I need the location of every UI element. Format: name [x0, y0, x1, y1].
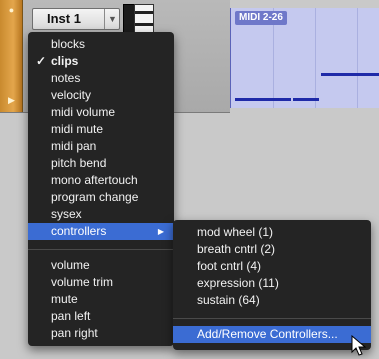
menu-item-label: midi volume	[51, 105, 116, 119]
menu-item-volume-trim[interactable]: volume trim	[28, 274, 174, 291]
clip-title: MIDI 2-26	[235, 11, 287, 25]
controllers-submenu: mod wheel (1) breath cntrl (2) foot cntr…	[173, 220, 371, 350]
menu-item-notes[interactable]: notes	[28, 70, 174, 87]
menu-item-sustain[interactable]: sustain (64)	[173, 292, 371, 309]
track-menu-icon[interactable]: ●	[7, 6, 16, 15]
view-selector-chevron-down-icon[interactable]: ▼	[104, 9, 120, 29]
menu-item-label: mod wheel (1)	[197, 225, 274, 239]
menu-item-mute[interactable]: mute	[28, 291, 174, 308]
menu-item-clips[interactable]: ✓ clips	[28, 53, 174, 70]
menu-item-label: pitch bend	[51, 156, 107, 170]
grid-line	[357, 8, 358, 108]
track-color-strip: ● ▶	[0, 0, 23, 112]
menu-item-mono-aftertouch[interactable]: mono aftertouch	[28, 172, 174, 189]
midi-note[interactable]	[321, 73, 379, 76]
menu-item-sysex[interactable]: sysex	[28, 206, 174, 223]
menu-item-label: blocks	[51, 37, 86, 51]
menu-item-controllers[interactable]: controllers ▶	[28, 223, 174, 240]
menu-item-label: sustain (64)	[197, 293, 260, 307]
menu-item-label: notes	[51, 71, 81, 85]
menu-item-label: clips	[51, 54, 79, 68]
menu-item-label: controllers	[51, 224, 107, 238]
menu-item-blocks[interactable]: blocks	[28, 36, 174, 53]
midi-clip[interactable]: MIDI 2-26	[230, 8, 379, 108]
menu-item-label: Add/Remove Controllers...	[197, 327, 338, 341]
menu-item-label: velocity	[51, 88, 92, 102]
menu-separator	[28, 249, 174, 250]
menu-item-midi-mute[interactable]: midi mute	[28, 121, 174, 138]
menu-item-label: mono aftertouch	[51, 173, 138, 187]
menu-item-pan-right[interactable]: pan right	[28, 325, 174, 342]
menu-separator	[173, 318, 371, 319]
midi-note[interactable]	[235, 98, 291, 101]
menu-item-foot-cntrl[interactable]: foot cntrl (4)	[173, 258, 371, 275]
track-view-menu: blocks ✓ clips notes velocity midi volume…	[28, 32, 174, 346]
menu-item-label: midi pan	[51, 139, 97, 153]
menu-item-mod-wheel[interactable]: mod wheel (1)	[173, 224, 371, 241]
menu-item-label: program change	[51, 190, 139, 204]
menu-item-pitch-bend[interactable]: pitch bend	[28, 155, 174, 172]
menu-item-label: breath cntrl (2)	[197, 242, 276, 256]
menu-item-add-remove-controllers[interactable]: Add/Remove Controllers...	[173, 326, 371, 343]
menu-item-program-change[interactable]: program change	[28, 189, 174, 206]
menu-item-pan-left[interactable]: pan left	[28, 308, 174, 325]
grid-line	[315, 8, 316, 108]
track-expand-icon[interactable]: ▶	[7, 96, 16, 105]
menu-item-label: pan right	[51, 326, 98, 340]
menu-item-expression[interactable]: expression (11)	[173, 275, 371, 292]
menu-item-volume[interactable]: volume	[28, 257, 174, 274]
menu-item-label: mute	[51, 292, 78, 306]
menu-item-label: volume trim	[51, 275, 114, 289]
submenu-arrow-icon: ▶	[157, 227, 164, 236]
menu-item-midi-pan[interactable]: midi pan	[28, 138, 174, 155]
menu-item-label: midi mute	[51, 122, 104, 136]
menu-item-label: volume	[51, 258, 90, 272]
menu-item-label: pan left	[51, 309, 91, 323]
checkmark-icon: ✓	[36, 54, 47, 68]
menu-item-label: sysex	[51, 207, 82, 221]
menu-item-midi-volume[interactable]: midi volume	[28, 104, 174, 121]
midi-note[interactable]	[293, 98, 319, 101]
menu-item-breath-cntrl[interactable]: breath cntrl (2)	[173, 241, 371, 258]
mouse-pointer-icon	[351, 335, 367, 356]
menu-item-label: foot cntrl (4)	[197, 259, 262, 273]
menu-item-velocity[interactable]: velocity	[28, 87, 174, 104]
menu-item-label: expression (11)	[197, 276, 279, 290]
